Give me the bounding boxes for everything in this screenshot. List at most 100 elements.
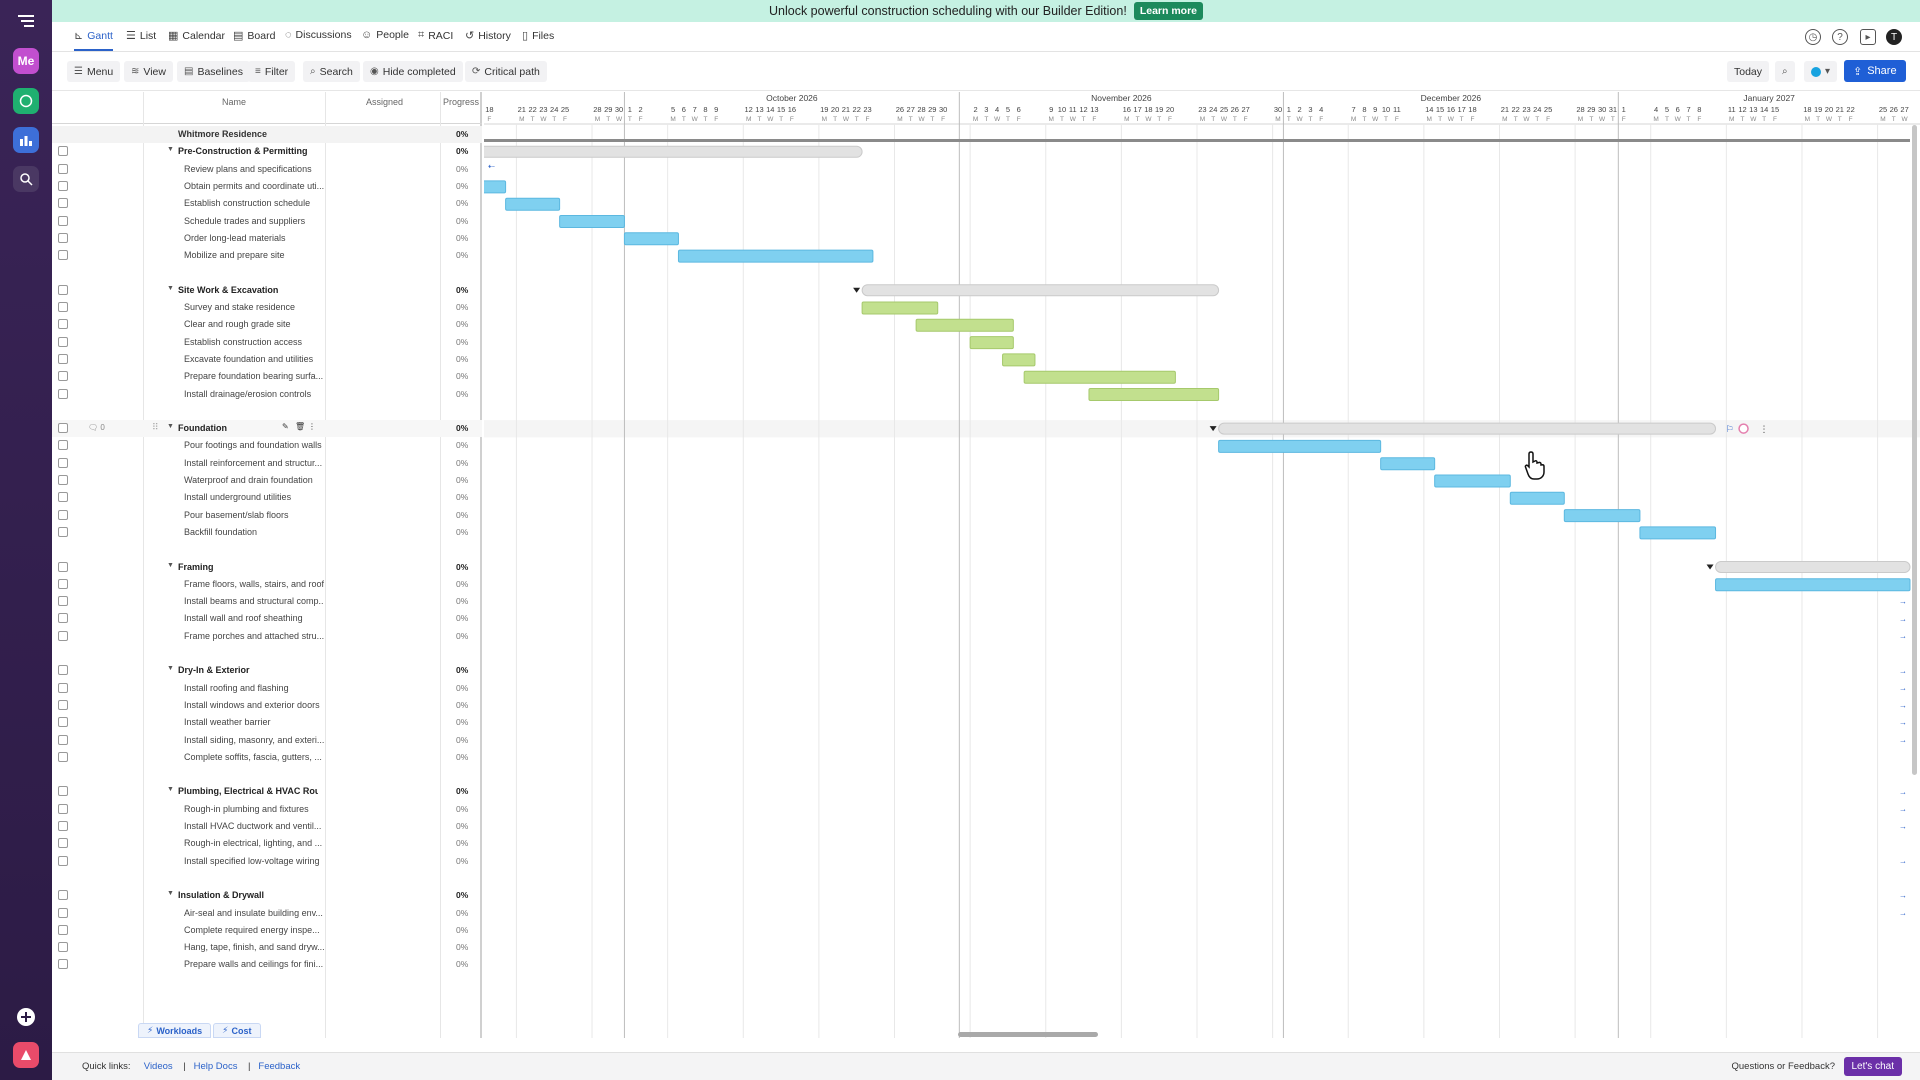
videos-link[interactable]: Videos: [144, 1061, 173, 1072]
baselines-button[interactable]: ▤ Baselines: [177, 61, 250, 82]
row-checkbox[interactable]: [58, 388, 68, 399]
collapse-triangle-icon[interactable]: ▼: [167, 562, 174, 569]
offscreen-task-arrow-icon[interactable]: →: [1899, 597, 1907, 606]
tab-gantt[interactable]: ⊾ Gantt: [74, 29, 113, 51]
task-row[interactable]: Rough-in plumbing and fixtures 0%: [52, 801, 482, 818]
task-bar[interactable]: [1380, 457, 1436, 471]
row-checkbox[interactable]: [58, 699, 68, 710]
row-checkbox[interactable]: [58, 630, 68, 641]
offscreen-task-arrow-icon[interactable]: →: [1899, 614, 1907, 623]
gantt-canvas[interactable]: 18F21M22T23W24T25F28M29T30W1T2F5M6T7W8T9…: [484, 92, 1920, 1038]
row-checkbox[interactable]: [58, 232, 68, 243]
task-row[interactable]: Pour footings and foundation walls 0%: [52, 437, 482, 454]
row-checkbox[interactable]: [58, 526, 68, 537]
task-row[interactable]: Install reinforcement and structur... 0%: [52, 455, 482, 472]
offscreen-task-arrow-icon[interactable]: →: [1899, 909, 1907, 918]
delete-icon[interactable]: 🗑: [295, 422, 305, 431]
task-row[interactable]: Review plans and specifications 0%: [52, 161, 482, 178]
project-row[interactable]: Whitmore Residence 0%: [52, 126, 482, 143]
task-row[interactable]: Complete required energy inspe... 0%: [52, 922, 482, 939]
collapse-triangle-icon[interactable]: ▼: [167, 786, 174, 793]
projects-chart-icon[interactable]: [13, 127, 39, 153]
row-checkbox[interactable]: [58, 371, 68, 382]
row-checkbox[interactable]: [58, 250, 68, 261]
task-row[interactable]: Obtain permits and coordinate uti... 0%: [52, 178, 482, 195]
task-row[interactable]: Install drainage/erosion controls 0%: [52, 386, 482, 403]
scroll-left-arrow-icon[interactable]: ⇠: [488, 162, 495, 171]
task-bar[interactable]: [915, 318, 1014, 332]
row-checkbox[interactable]: [58, 561, 68, 572]
tab-history[interactable]: ↺ History: [465, 29, 511, 43]
comment-count-icon[interactable]: 🗨 0: [88, 423, 105, 432]
task-bar[interactable]: [1002, 353, 1036, 367]
task-row[interactable]: Install wall and roof sheathing 0%: [52, 610, 482, 627]
summary-bar[interactable]: [484, 145, 863, 158]
row-checkbox[interactable]: [58, 942, 68, 953]
task-row[interactable]: Install windows and exterior doors 0%: [52, 697, 482, 714]
task-row[interactable]: Rough-in electrical, lighting, and ... 0%: [52, 835, 482, 852]
task-row[interactable]: Hang, tape, finish, and sand dryw... 0%: [52, 939, 482, 956]
task-row[interactable]: Excavate foundation and utilities 0%: [52, 351, 482, 368]
row-checkbox[interactable]: [58, 959, 68, 970]
bar-more-icon[interactable]: ⋮: [1760, 424, 1769, 434]
summary-bar[interactable]: [1218, 422, 1717, 435]
task-bar[interactable]: [1509, 491, 1565, 505]
row-checkbox[interactable]: [58, 302, 68, 312]
color-picker-button[interactable]: ▾: [1804, 61, 1838, 82]
group-row[interactable]: ▼ 🗨 0 ⠿ ✎ 🗑 ⋮ Foundation 0%: [52, 420, 482, 438]
task-bar[interactable]: [1088, 388, 1220, 401]
collapse-triangle-icon[interactable]: ▼: [167, 890, 174, 897]
task-row[interactable]: Waterproof and drain foundation 0%: [52, 472, 482, 489]
offscreen-task-arrow-icon[interactable]: →: [1899, 684, 1907, 693]
tab-people[interactable]: ☺ People: [361, 29, 409, 41]
menu-button[interactable]: ☰ Menu: [67, 61, 121, 82]
offscreen-task-arrow-icon[interactable]: →: [1899, 736, 1907, 745]
offscreen-task-arrow-icon[interactable]: →: [1899, 857, 1907, 866]
task-bar[interactable]: [1218, 439, 1382, 453]
offscreen-task-arrow-icon[interactable]: →: [1899, 632, 1907, 641]
offscreen-task-arrow-icon[interactable]: →: [1899, 718, 1907, 727]
tab-list[interactable]: ☰ List: [126, 29, 156, 43]
task-row[interactable]: Install roofing and flashing 0%: [52, 680, 482, 697]
task-bar[interactable]: [484, 180, 507, 194]
task-row[interactable]: Install weather barrier 0%: [52, 714, 482, 731]
row-checkbox[interactable]: [58, 838, 68, 849]
horizontal-scrollbar[interactable]: [958, 1032, 1098, 1037]
offscreen-task-arrow-icon[interactable]: →: [1899, 891, 1907, 900]
task-row[interactable]: Prepare walls and ceilings for fini... 0%: [52, 956, 482, 973]
row-checkbox[interactable]: [58, 163, 68, 174]
task-row[interactable]: Mobilize and prepare site 0%: [52, 247, 482, 264]
row-checkbox[interactable]: [58, 509, 68, 520]
task-row[interactable]: Schedule trades and suppliers 0%: [52, 213, 482, 230]
row-checkbox[interactable]: [58, 180, 68, 191]
critical-path-button[interactable]: ⟳ Critical path: [465, 61, 547, 82]
row-checkbox[interactable]: [58, 786, 68, 797]
row-checkbox[interactable]: [58, 734, 68, 745]
tab-raci[interactable]: ⌗ RACI: [418, 29, 453, 42]
group-row[interactable]: ▼ Plumbing, Electrical & HVAC Rou... 0%: [52, 783, 482, 800]
col-assigned-header[interactable]: Assigned: [366, 97, 403, 107]
search-button[interactable]: ⌕ Search: [303, 61, 360, 82]
more-options-icon[interactable]: ⋮: [308, 422, 316, 431]
row-checkbox[interactable]: [58, 907, 68, 918]
row-checkbox[interactable]: [58, 423, 68, 434]
row-checkbox[interactable]: [58, 475, 68, 485]
offscreen-task-arrow-icon[interactable]: →: [1899, 822, 1907, 831]
row-checkbox[interactable]: [58, 613, 68, 624]
row-checkbox[interactable]: [58, 665, 68, 676]
task-row[interactable]: Frame floors, walls, stairs, and roof 0%: [52, 576, 482, 593]
task-row[interactable]: Frame porches and attached stru... 0%: [52, 628, 482, 645]
share-button[interactable]: ⇪ Share: [1844, 60, 1906, 82]
row-checkbox[interactable]: [58, 457, 68, 468]
task-bar[interactable]: [505, 197, 561, 211]
user-avatar[interactable]: T: [1886, 29, 1902, 45]
group-row[interactable]: ▼ Dry-In & Exterior 0%: [52, 662, 482, 679]
group-collapse-icon[interactable]: [853, 287, 861, 293]
offscreen-task-arrow-icon[interactable]: →: [1899, 701, 1907, 710]
task-row[interactable]: Pour basement/slab floors 0%: [52, 507, 482, 524]
row-checkbox[interactable]: [58, 353, 68, 364]
row-checkbox[interactable]: [58, 890, 68, 901]
task-bar[interactable]: [1023, 370, 1176, 384]
feedback-link[interactable]: Feedback: [258, 1061, 300, 1072]
workloads-tab[interactable]: ⚡ Workloads: [138, 1023, 212, 1038]
